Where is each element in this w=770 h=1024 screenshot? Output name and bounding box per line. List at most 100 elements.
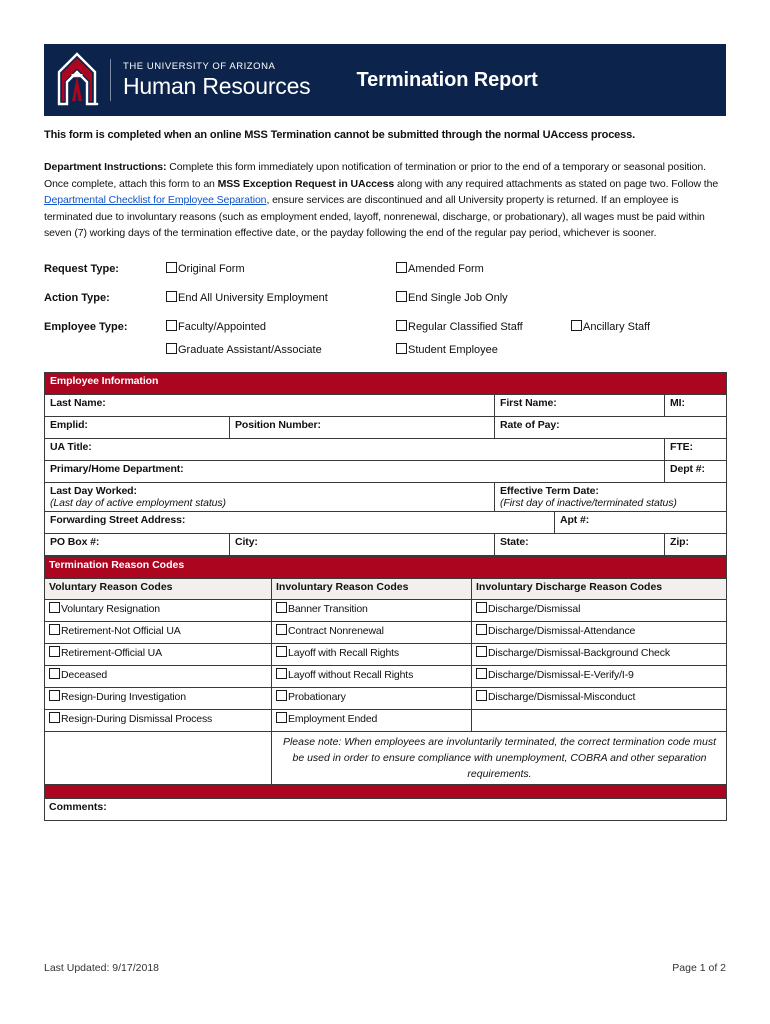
footer-page-number: Page 1 of 2 — [672, 962, 726, 974]
checkbox-voluntary-resignation[interactable] — [49, 601, 60, 613]
table-row: Forwarding Street Address: Apt #: — [44, 510, 728, 534]
checkbox-retirement-not-official-ua[interactable] — [49, 623, 60, 635]
label-probationary: Probationary — [288, 690, 346, 703]
label-contract-nonrenewal: Contract Nonrenewal — [288, 624, 384, 637]
reason-cell-voluntary-0[interactable]: Voluntary Resignation — [44, 598, 272, 622]
checkbox-banner-transition[interactable] — [276, 601, 287, 613]
checkbox-graduate-assistant-associate[interactable] — [166, 342, 177, 354]
checkbox-original-form[interactable] — [166, 261, 177, 273]
checkbox-contract-nonrenewal[interactable] — [276, 623, 287, 635]
employee-type-option-ancillary[interactable]: Ancillary Staff — [571, 319, 711, 333]
page-footer: Last Updated: 9/17/2018 Page 1 of 2 — [44, 962, 726, 974]
table-row: Resign-During Dismissal Process Employme… — [44, 708, 728, 732]
table-row: Last Day Worked: (Last day of active emp… — [44, 481, 728, 512]
reason-cell-discharge-1[interactable]: Discharge/Dismissal-Attendance — [470, 620, 728, 644]
column-header-involuntary-discharge: Involuntary Discharge Reason Codes — [470, 577, 728, 600]
label-retirement-official-ua: Retirement-Official UA — [61, 646, 162, 659]
department-instructions: Department Instructions: Complete this f… — [44, 159, 726, 242]
field-rate-of-pay[interactable]: Rate of Pay: — [493, 415, 728, 439]
label-discharge-dismissal-background-check: Discharge/Dismissal-Background Check — [488, 646, 670, 659]
arizona-block-a-logo-icon — [54, 52, 100, 108]
request-type-option-amended[interactable]: Amended Form — [396, 261, 571, 275]
employee-type-label: Employee Type: — [44, 320, 128, 333]
checkbox-student-employee[interactable] — [396, 342, 407, 354]
checkbox-end-all-university-employment[interactable] — [166, 290, 177, 302]
field-forwarding-street-address[interactable]: Forwarding Street Address: — [44, 510, 555, 534]
checkbox-discharge-dismissal-everify-i9[interactable] — [476, 667, 487, 679]
employee-type-option-student[interactable]: Student Employee — [396, 342, 571, 356]
checkbox-discharge-dismissal-misconduct[interactable] — [476, 689, 487, 701]
reason-cell-voluntary-5[interactable]: Resign-During Dismissal Process — [44, 708, 272, 732]
reason-cell-discharge-2[interactable]: Discharge/Dismissal-Background Check — [470, 642, 728, 666]
field-dept-number[interactable]: Dept #: — [663, 459, 728, 483]
reason-cell-voluntary-2[interactable]: Retirement-Official UA — [44, 642, 272, 666]
employee-information-table: Employee Information Last Name: First Na… — [43, 371, 728, 556]
reason-cell-involuntary-4[interactable]: Probationary — [271, 686, 472, 710]
field-last-day-worked[interactable]: Last Day Worked: (Last day of active emp… — [44, 481, 495, 512]
field-primary-home-department[interactable]: Primary/Home Department: — [44, 459, 665, 483]
effective-term-date-hint: (First day of inactive/terminated status… — [500, 496, 677, 509]
field-first-name[interactable]: First Name: — [494, 393, 665, 417]
field-state[interactable]: State: — [494, 532, 665, 556]
checkbox-end-single-job-only[interactable] — [396, 290, 407, 302]
employee-type-option-faculty[interactable]: Faculty/Appointed — [166, 319, 396, 333]
table-row: Please note: When employees are involunt… — [44, 730, 728, 785]
label-end-all-university-employment: End All University Employment — [178, 291, 328, 304]
red-divider-bar — [43, 783, 728, 799]
employee-type-option-graduate-assistant[interactable]: Graduate Assistant/Associate — [166, 342, 396, 356]
field-last-name[interactable]: Last Name: — [44, 393, 495, 417]
checkbox-discharge-dismissal[interactable] — [476, 601, 487, 613]
request-type-option-original[interactable]: Original Form — [166, 261, 396, 275]
field-city[interactable]: City: — [229, 532, 495, 556]
checkbox-probationary[interactable] — [276, 689, 287, 701]
action-type-row: Action Type: End All University Employme… — [44, 290, 726, 304]
checkbox-regular-classified-staff[interactable] — [396, 319, 407, 331]
field-apt-number[interactable]: Apt #: — [553, 510, 728, 534]
checkbox-discharge-dismissal-background-check[interactable] — [476, 645, 487, 657]
label-discharge-dismissal-everify-i9: Discharge/Dismissal-E-Verify/I-9 — [488, 668, 634, 681]
field-po-box[interactable]: PO Box #: — [44, 532, 230, 556]
checkbox-employment-ended[interactable] — [276, 711, 287, 723]
checkbox-faculty-appointed[interactable] — [166, 319, 177, 331]
comments-field[interactable]: Comments: — [43, 797, 728, 821]
checkbox-discharge-dismissal-attendance[interactable] — [476, 623, 487, 635]
checkbox-amended-form[interactable] — [396, 261, 407, 273]
reason-cell-involuntary-3[interactable]: Layoff without Recall Rights — [271, 664, 472, 688]
checkbox-ancillary-staff[interactable] — [571, 319, 582, 331]
checkbox-resign-during-dismissal-process[interactable] — [49, 711, 60, 723]
reason-cell-discharge-3[interactable]: Discharge/Dismissal-E-Verify/I-9 — [470, 664, 728, 688]
reason-cell-voluntary-4[interactable]: Resign-During Investigation — [44, 686, 272, 710]
label-deceased: Deceased — [61, 668, 108, 681]
employee-type-row-1: Employee Type: Faculty/Appointed Regular… — [44, 319, 726, 333]
field-emplid[interactable]: Emplid: — [44, 415, 230, 439]
employee-type-option-regular-classified[interactable]: Regular Classified Staff — [396, 319, 571, 333]
label-student-employee: Student Employee — [408, 343, 498, 356]
reason-cell-voluntary-3[interactable]: Deceased — [44, 664, 272, 688]
departmental-checklist-link[interactable]: Departmental Checklist for Employee Sepa… — [44, 194, 267, 206]
reason-cell-voluntary-1[interactable]: Retirement-Not Official UA — [44, 620, 272, 644]
reason-cell-involuntary-0[interactable]: Banner Transition — [271, 598, 472, 622]
checkbox-layoff-without-recall-rights[interactable] — [276, 667, 287, 679]
instructions-text-2: along with any required attachments as s… — [394, 177, 719, 190]
field-mi[interactable]: MI: — [663, 393, 728, 417]
field-zip[interactable]: Zip: — [663, 532, 728, 556]
reason-cell-involuntary-5[interactable]: Employment Ended — [271, 708, 472, 732]
checkbox-resign-during-investigation[interactable] — [49, 689, 60, 701]
field-position-number[interactable]: Position Number: — [229, 415, 495, 439]
reason-cell-involuntary-1[interactable]: Contract Nonrenewal — [271, 620, 472, 644]
label-discharge-dismissal-attendance: Discharge/Dismissal-Attendance — [488, 624, 636, 637]
reason-cell-discharge-4[interactable]: Discharge/Dismissal-Misconduct — [470, 686, 728, 710]
action-type-option-end-single[interactable]: End Single Job Only — [396, 290, 571, 304]
checkbox-retirement-official-ua[interactable] — [49, 645, 60, 657]
checkbox-deceased[interactable] — [49, 667, 60, 679]
action-type-option-end-all[interactable]: End All University Employment — [166, 290, 396, 304]
label-employment-ended: Employment Ended — [288, 712, 378, 725]
field-fte[interactable]: FTE: — [663, 437, 728, 461]
employee-type-row-2: Graduate Assistant/Associate Student Emp… — [44, 342, 726, 356]
reason-cell-discharge-0[interactable]: Discharge/Dismissal — [470, 598, 728, 622]
field-ua-title[interactable]: UA Title: — [44, 437, 665, 461]
reason-cell-involuntary-2[interactable]: Layoff with Recall Rights — [271, 642, 472, 666]
field-effective-term-date[interactable]: Effective Term Date: (First day of inact… — [493, 481, 728, 512]
checkbox-layoff-with-recall-rights[interactable] — [276, 645, 287, 657]
label-original-form: Original Form — [178, 262, 245, 275]
